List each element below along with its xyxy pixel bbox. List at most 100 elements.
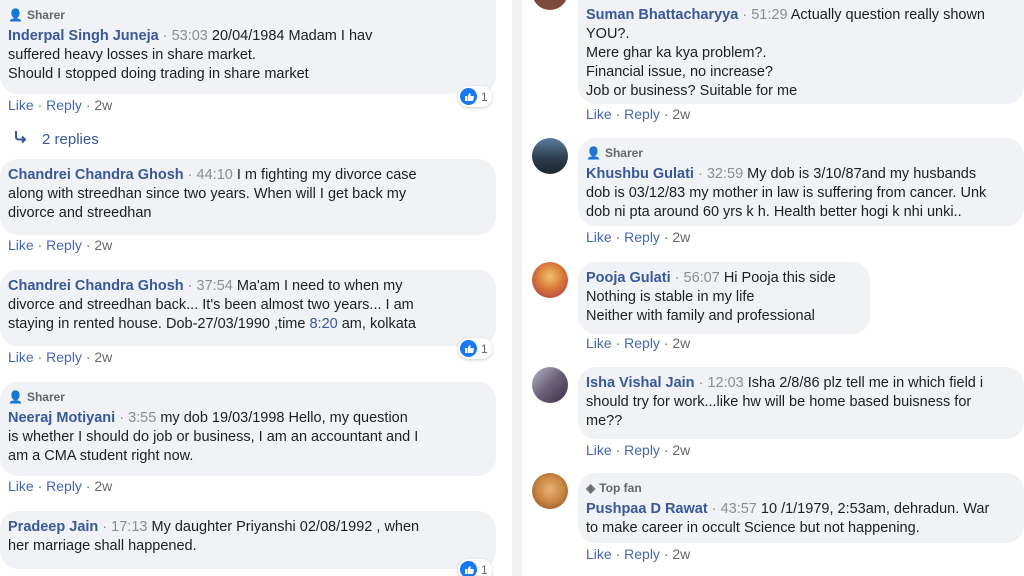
view-replies-link[interactable]: 2 replies — [14, 130, 99, 148]
sharer-badge: 👤 Sharer — [8, 6, 484, 25]
comment-age[interactable]: 2w — [672, 546, 690, 562]
video-timestamp[interactable]: 53:03 — [172, 28, 208, 44]
comment-author[interactable]: Pradeep Jain — [8, 519, 98, 535]
comment-age[interactable]: 2w — [94, 349, 112, 365]
comment-age[interactable]: 2w — [672, 106, 690, 122]
avatar[interactable] — [532, 367, 568, 403]
comment-text: Isha 2/8/86 plz tell me in which field i — [747, 375, 984, 391]
comment: Isha Vishal Jain · 12:03 Isha 2/8/86 plz… — [578, 367, 1024, 458]
video-timestamp[interactable]: 37:54 — [197, 278, 233, 294]
comment-text: is whether I should do job or business, … — [8, 429, 419, 445]
like-link[interactable]: Like — [586, 546, 612, 562]
comment-text: divorce and streedhan — [8, 205, 152, 221]
comment-bubble: 👤 Sharer Neeraj Motiyani · 3:55 my dob 1… — [0, 382, 496, 476]
comment-bubble: 👤 Sharer Inderpal Singh Juneja · 53:03 2… — [0, 0, 496, 94]
comment-text: Nothing is stable in my life — [586, 289, 755, 305]
comment-text: dob ni pta around 60 yrs k h. Health bet… — [586, 204, 962, 220]
video-timestamp[interactable]: 12:03 — [707, 375, 743, 391]
like-link[interactable]: Like — [586, 335, 612, 351]
comment-text: my dob 19/03/1998 Hello, my question — [160, 410, 408, 426]
video-timestamp[interactable]: 32:59 — [707, 166, 743, 182]
comment: Pradeep Jain · 17:13 My daughter Priyans… — [0, 511, 496, 576]
reply-arrow-icon — [14, 130, 28, 148]
video-timestamp[interactable]: 51:29 — [751, 7, 787, 23]
comment-bubble: Chandrei Chandra Ghosh · 37:54 Ma'am I n… — [0, 270, 496, 346]
comment-author[interactable]: Neeraj Motiyani — [8, 410, 115, 426]
sharer-badge: 👤 Sharer — [586, 144, 1012, 163]
comment-age[interactable]: 2w — [94, 478, 112, 494]
avatar[interactable] — [532, 262, 568, 298]
comment-author[interactable]: Pooja Gulati — [586, 270, 671, 286]
reply-link[interactable]: Reply — [624, 229, 660, 245]
reaction-count[interactable]: 1 — [458, 86, 492, 107]
comment-age[interactable]: 2w — [672, 442, 690, 458]
column-divider — [512, 0, 522, 576]
comment-text: Financial issue, no increase? — [586, 64, 773, 80]
comment-age[interactable]: 2w — [672, 229, 690, 245]
comment: 👤 Sharer Khushbu Gulati · 32:59 My dob i… — [578, 138, 1024, 245]
comment-bubble: Suman Bhattacharyya · 51:29 Actually que… — [578, 0, 1024, 104]
reply-link[interactable]: Reply — [46, 478, 82, 494]
comment-text: along with streedhan since two years. Wh… — [8, 186, 407, 202]
video-timestamp[interactable]: 56:07 — [684, 270, 720, 286]
comment-actions: Like · Reply · 2w — [8, 349, 113, 365]
comment-text: Hi Pooja this side — [723, 270, 836, 286]
comment: 👤 Sharer Neeraj Motiyani · 3:55 my dob 1… — [0, 382, 496, 494]
comment-text: Mere ghar ka kya problem?. — [586, 45, 767, 61]
comment-age[interactable]: 2w — [94, 237, 112, 253]
avatar[interactable] — [532, 473, 568, 509]
comment-author[interactable]: Inderpal Singh Juneja — [8, 28, 159, 44]
video-timestamp[interactable]: 3:55 — [128, 410, 156, 426]
sharer-badge: 👤 Sharer — [8, 388, 484, 407]
like-link[interactable]: Like — [586, 229, 612, 245]
like-link[interactable]: Like — [586, 442, 612, 458]
comment-actions: Like · Reply · 2w — [8, 478, 113, 494]
time-link[interactable]: 8:20 — [309, 316, 337, 332]
avatar[interactable] — [532, 138, 568, 174]
reply-link[interactable]: Reply — [624, 546, 660, 562]
comment-bubble: Chandrei Chandra Ghosh · 44:10 I m fight… — [0, 159, 496, 235]
comment-text: suffered heavy losses in share market. — [8, 47, 256, 63]
video-timestamp[interactable]: 43:57 — [721, 501, 757, 517]
reply-link[interactable]: Reply — [624, 442, 660, 458]
comment-actions: Like · Reply · 2w — [586, 106, 691, 122]
like-link[interactable]: Like — [8, 237, 34, 253]
comment: 👤 Sharer Inderpal Singh Juneja · 53:03 2… — [0, 0, 496, 113]
reply-link[interactable]: Reply — [46, 97, 82, 113]
separator-dot: · — [162, 28, 168, 44]
comment: Chandrei Chandra Ghosh · 37:54 Ma'am I n… — [0, 270, 496, 365]
comment-bubble: Isha Vishal Jain · 12:03 Isha 2/8/86 plz… — [578, 367, 1024, 439]
comment-author[interactable]: Suman Bhattacharyya — [586, 7, 738, 23]
comment-author[interactable]: Chandrei Chandra Ghosh — [8, 278, 184, 294]
reply-link[interactable]: Reply — [624, 335, 660, 351]
comment-author[interactable]: Isha Vishal Jain — [586, 375, 695, 391]
reply-link[interactable]: Reply — [46, 349, 82, 365]
avatar[interactable] — [532, 0, 568, 10]
comment-age[interactable]: 2w — [94, 97, 112, 113]
comment-actions: Like · Reply · 2w — [586, 335, 691, 351]
video-timestamp[interactable]: 44:10 — [197, 167, 233, 183]
sharer-icon: 👤 — [586, 146, 601, 160]
sharer-icon: 👤 — [8, 390, 23, 404]
comment-text: to make career in occult Science but not… — [586, 520, 920, 536]
comment: Pooja Gulati · 56:07 Hi Pooja this side … — [578, 262, 870, 351]
like-link[interactable]: Like — [8, 349, 34, 365]
reaction-count[interactable]: 1 — [458, 338, 492, 359]
comment-bubble: 👤 Sharer Khushbu Gulati · 32:59 My dob i… — [578, 138, 1024, 226]
reply-link[interactable]: Reply — [46, 237, 82, 253]
like-link[interactable]: Like — [586, 106, 612, 122]
comment-text: Neither with family and professional — [586, 308, 815, 324]
like-reaction-icon — [460, 88, 477, 105]
comment-actions: Like · Reply · 2w — [8, 237, 113, 253]
video-timestamp[interactable]: 17:13 — [111, 519, 147, 535]
comment-author[interactable]: Chandrei Chandra Ghosh — [8, 167, 184, 183]
like-link[interactable]: Like — [8, 97, 34, 113]
comment-author[interactable]: Khushbu Gulati — [586, 166, 694, 182]
reply-link[interactable]: Reply — [624, 106, 660, 122]
comment-author[interactable]: Pushpaa D Rawat — [586, 501, 708, 517]
reaction-count[interactable]: 1 — [458, 559, 492, 576]
like-link[interactable]: Like — [8, 478, 34, 494]
comment-age[interactable]: 2w — [672, 335, 690, 351]
comment-text: Job or business? Suitable for me — [586, 83, 798, 99]
comment-text: am a CMA student right now. — [8, 448, 194, 464]
